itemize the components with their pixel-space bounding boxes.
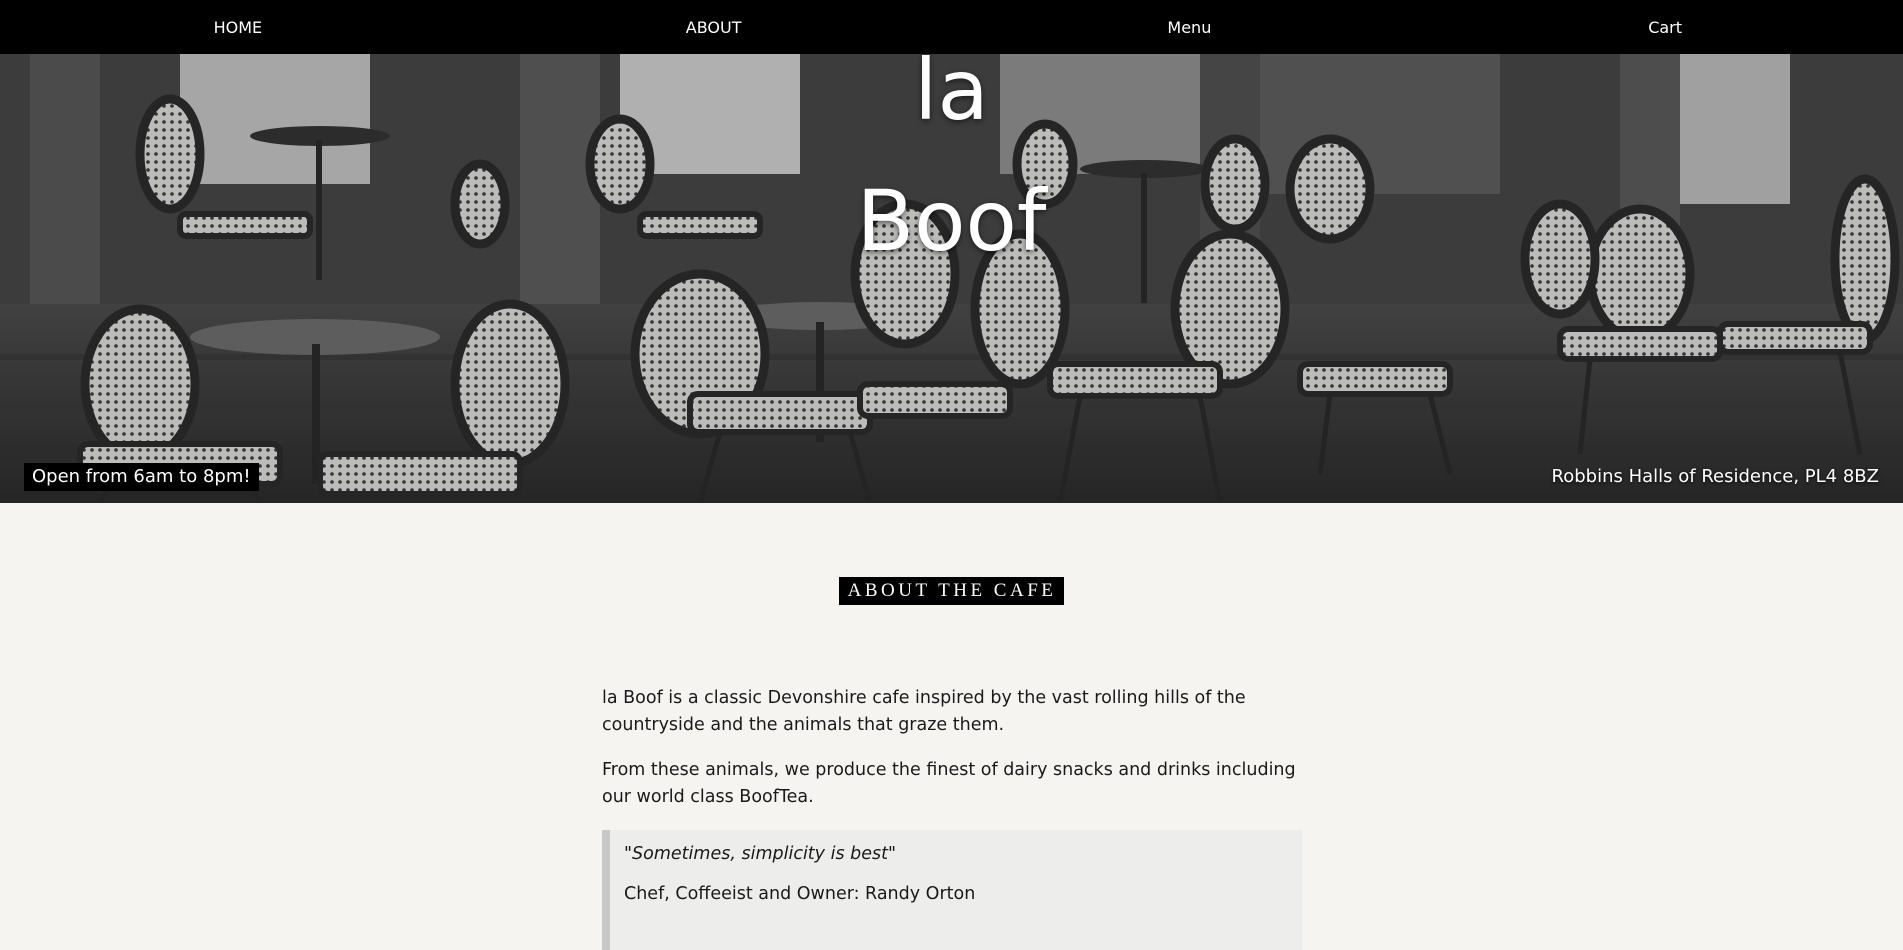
- cafe-address: Robbins Halls of Residence, PL4 8BZ: [1551, 466, 1879, 487]
- owner-quote: "Sometimes, simplicity is best" Chef, Co…: [602, 830, 1302, 950]
- about-paragraph: la Boof is a classic Devonshire cafe ins…: [602, 688, 1246, 735]
- about-heading-container: ABOUT THE CAFE: [0, 577, 1903, 605]
- nav-menu-link[interactable]: Menu: [952, 0, 1428, 54]
- hero-title-line1: la: [914, 54, 989, 139]
- opening-hours-badge: Open from 6am to 8pm!: [24, 463, 259, 491]
- nav-cart-link[interactable]: Cart: [1427, 0, 1903, 54]
- quote-attribution: Chef, Coffeeist and Owner: Randy Orton: [624, 884, 976, 904]
- quote-text: "Sometimes, simplicity is best": [624, 844, 897, 864]
- hero-banner: la Boof Open from 6am to 8pm! Robbins Ha…: [0, 54, 1903, 503]
- about-description: la Boof is a classic Devonshire cafe ins…: [602, 685, 1302, 829]
- nav-home-link[interactable]: HOME: [0, 0, 476, 54]
- nav-about-link[interactable]: ABOUT: [476, 0, 952, 54]
- about-paragraph: From these animals, we produce the fines…: [602, 760, 1296, 807]
- about-heading: ABOUT THE CAFE: [838, 577, 1065, 605]
- hero-title-line2: Boof: [856, 172, 1047, 270]
- main-navbar: HOME ABOUT Menu Cart: [0, 0, 1903, 54]
